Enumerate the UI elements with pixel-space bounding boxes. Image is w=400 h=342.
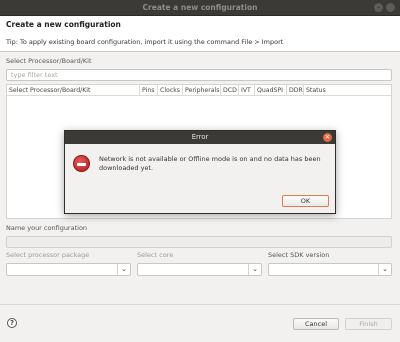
wizard-banner: Create a new configuration Tip: To apply…	[0, 16, 400, 52]
config-name-field[interactable]	[6, 236, 392, 248]
error-message: Network is not available or Offline mode…	[99, 155, 321, 172]
tip-text: Tip: To apply existing board configurati…	[6, 38, 284, 46]
package-label: Select processor package	[6, 251, 90, 259]
error-icon	[73, 155, 90, 172]
footer-divider	[0, 304, 400, 305]
chevron-down-icon: ⌄	[248, 264, 261, 275]
core-select[interactable]: ⌄	[137, 263, 262, 276]
error-dialog-title: Error	[65, 131, 335, 144]
window-titlebar: Create a new configuration –	[0, 0, 400, 16]
filter-field[interactable]	[6, 69, 392, 81]
chevron-down-icon: ⌄	[117, 264, 130, 275]
config-name-label: Name your configuration	[6, 224, 88, 232]
sdk-select[interactable]: ⌄	[268, 263, 392, 276]
cancel-button[interactable]: Cancel	[293, 318, 339, 330]
column-header-status[interactable]: Status	[304, 85, 391, 96]
maximize-button[interactable]	[386, 3, 395, 12]
window-title: Create a new configuration	[142, 3, 258, 12]
page-title: Create a new configuration	[6, 20, 121, 29]
help-button[interactable]: ?	[7, 318, 17, 328]
close-icon[interactable]: ✕	[323, 133, 332, 142]
column-header-dcd[interactable]: DCD	[221, 85, 239, 96]
column-header-pins[interactable]: Pins	[140, 85, 158, 96]
core-label: Select core	[137, 251, 174, 259]
error-dialog: Error ✕ Network is not available or Offl…	[64, 130, 336, 214]
ok-button[interactable]: OK	[282, 195, 329, 207]
column-header-peripherals[interactable]: Peripherals	[183, 85, 221, 96]
table-header: Select Processor/Board/Kit Pins Clocks P…	[7, 85, 391, 96]
column-header-quadspi[interactable]: QuadSPI	[255, 85, 287, 96]
minimize-button[interactable]: –	[374, 3, 383, 12]
chevron-down-icon: ⌄	[378, 264, 391, 275]
finish-button[interactable]: Finish	[345, 318, 392, 330]
processor-section-label: Select Processor/Board/Kit	[6, 57, 92, 65]
column-header-ivt[interactable]: IVT	[239, 85, 255, 96]
column-header-processor[interactable]: Select Processor/Board/Kit	[7, 85, 140, 96]
column-header-ddr[interactable]: DDR	[287, 85, 304, 96]
package-select[interactable]: ⌄	[6, 263, 131, 276]
wizard-window: Create a new configuration Tip: To apply…	[0, 16, 400, 342]
column-header-clocks[interactable]: Clocks	[158, 85, 183, 96]
sdk-label: Select SDK version	[268, 251, 330, 259]
filter-input[interactable]	[7, 70, 391, 80]
